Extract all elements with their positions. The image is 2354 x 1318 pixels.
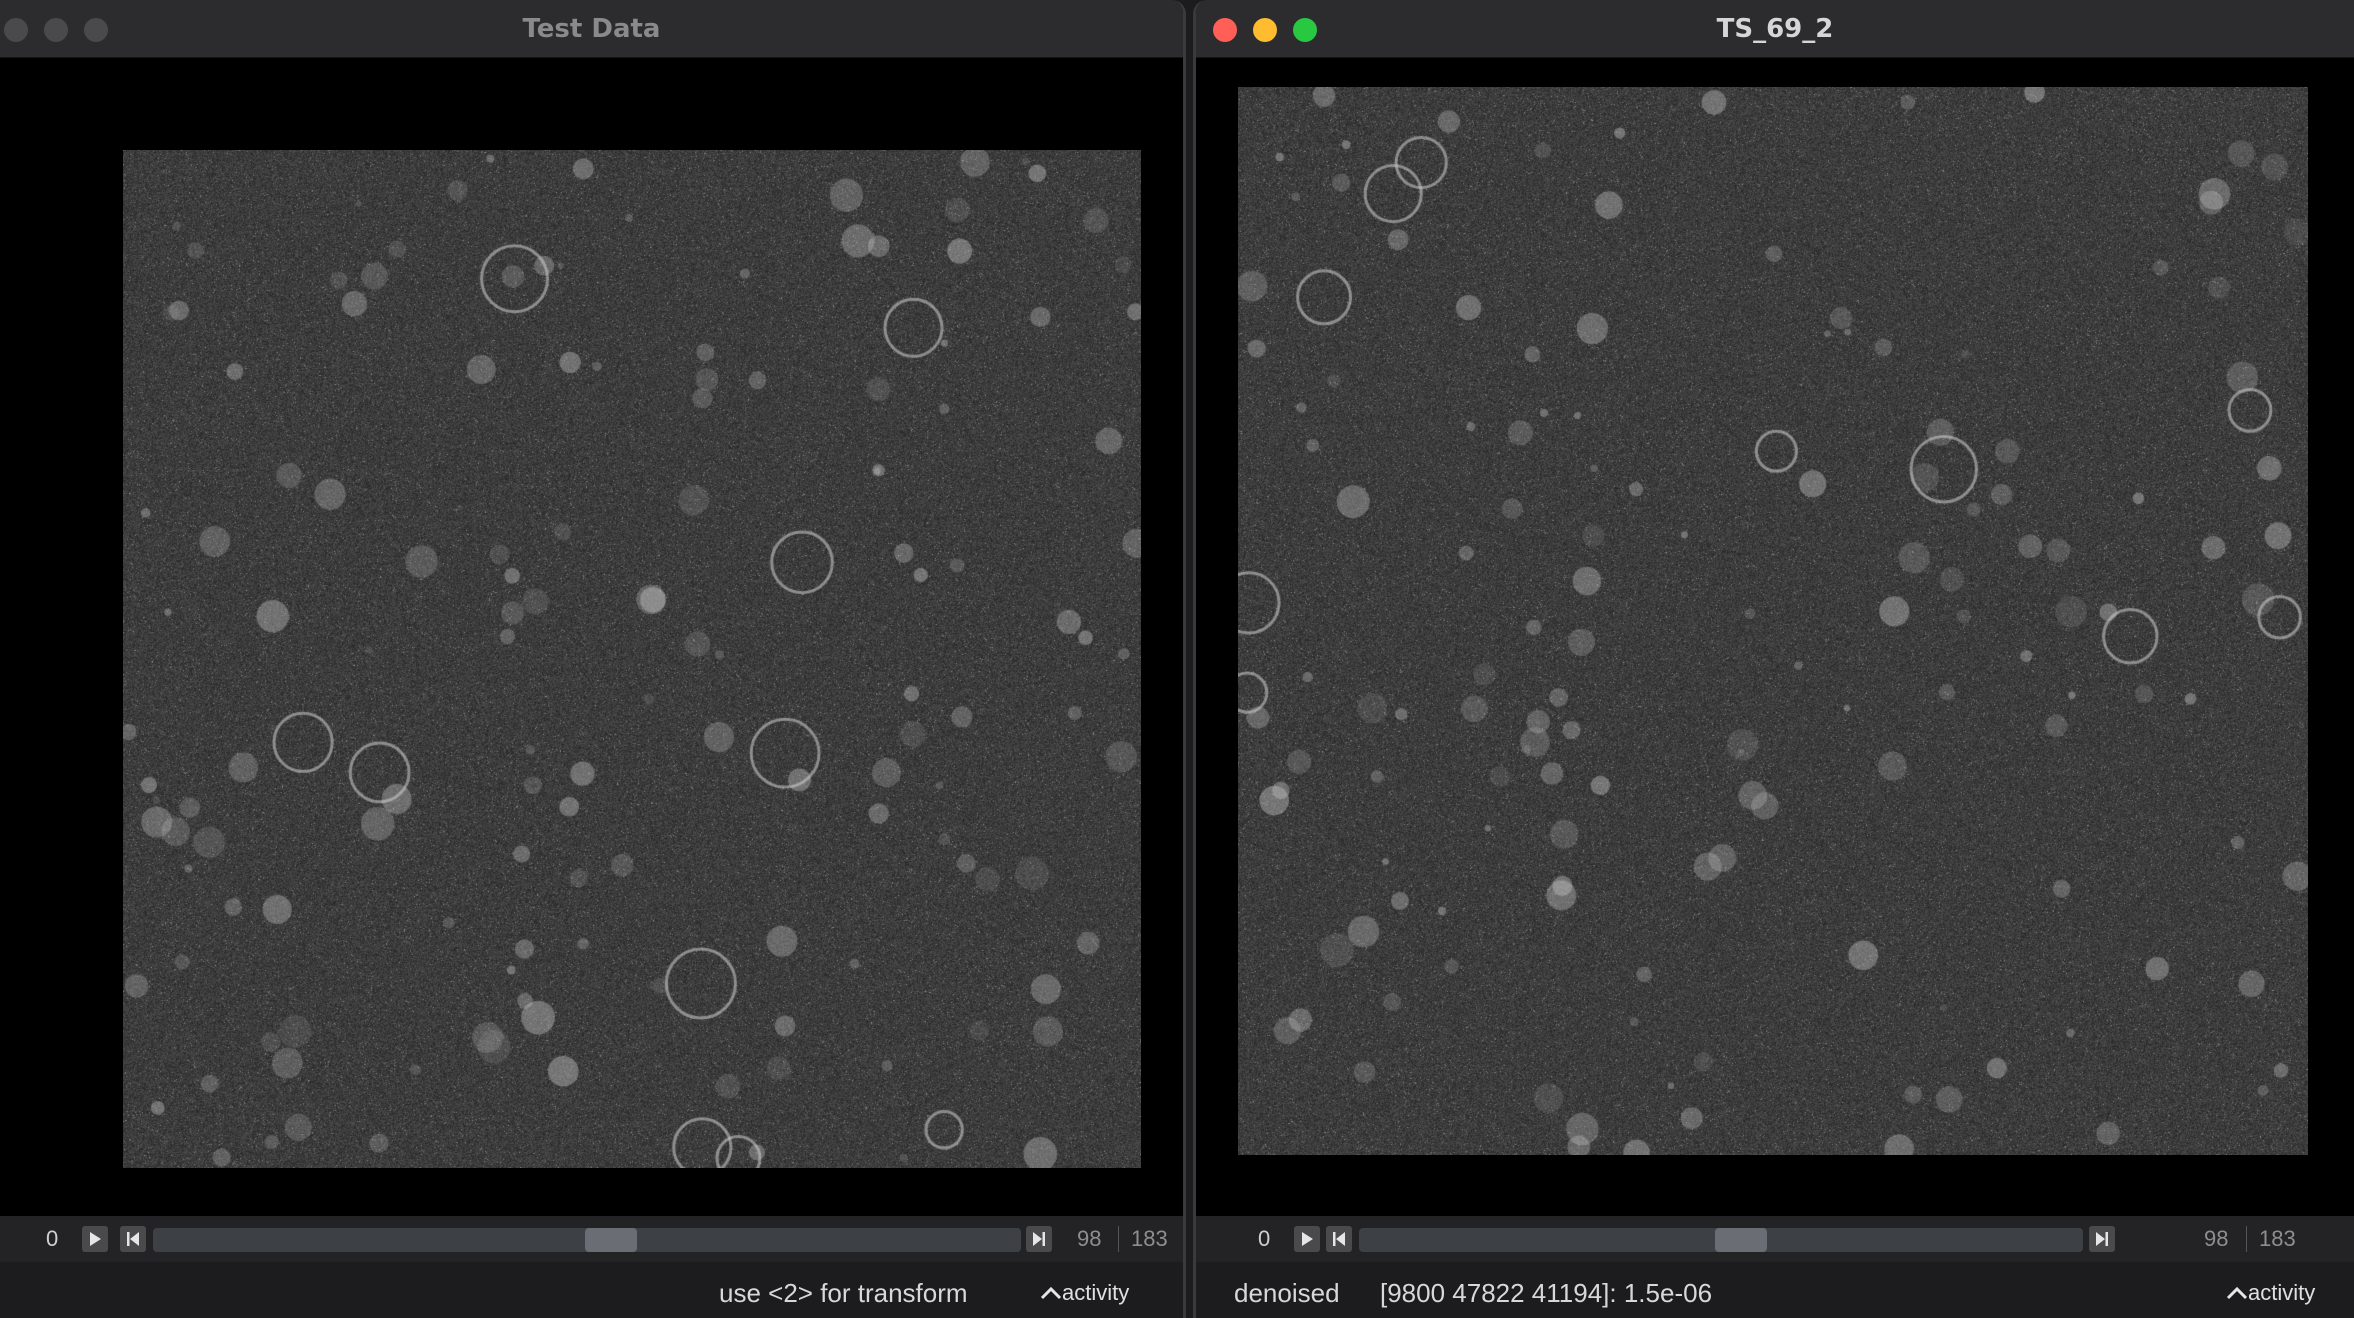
frame-start-label: 0 <box>46 1226 59 1251</box>
image-canvas[interactable] <box>1196 59 2354 1216</box>
tomogram-texture <box>1238 87 2308 1155</box>
current-frame-number: 98 <box>2204 1226 2229 1251</box>
activity-toggle[interactable]: activity <box>1040 1280 1129 1306</box>
frame-slider-thumb[interactable] <box>1715 1228 1767 1252</box>
window-title: Test Data <box>522 14 661 44</box>
frame-slider[interactable] <box>1359 1228 2083 1252</box>
status-voxel-info: [9800 47822 41194]: 1.5e-06 <box>1380 1278 1713 1308</box>
play-icon <box>1302 1232 1313 1246</box>
tomogram-texture <box>123 150 1141 1168</box>
tomogram-slice-image[interactable] <box>1238 87 2308 1155</box>
frame-start-label: 0 <box>1258 1226 1271 1251</box>
titlebar[interactable]: TS_69_2 <box>1196 0 2354 58</box>
status-mode-label: denoised <box>1234 1278 1340 1308</box>
step-forward-icon <box>2096 1232 2108 1246</box>
ts-69-2-window: TS_69_2 0 98 183 denoised [9800 47822 41… <box>1193 0 2354 1318</box>
step-back-button[interactable] <box>1326 1226 1352 1252</box>
step-forward-icon <box>1033 1232 1045 1246</box>
status-bar: denoised [9800 47822 41194]: 1.5e-06 act… <box>1196 1262 2354 1318</box>
activity-label: activity <box>1062 1280 1130 1305</box>
titlebar[interactable]: Test Data <box>0 0 1183 58</box>
play-button[interactable] <box>1294 1226 1320 1252</box>
playback-controls: 0 98 183 <box>1196 1216 2354 1262</box>
chevron-up-icon <box>1040 1286 1062 1300</box>
test-data-window: Test Data 0 98 183 use <2> for transform… <box>0 0 1186 1318</box>
activity-toggle[interactable]: activity <box>2226 1280 2315 1306</box>
step-back-icon <box>127 1232 139 1246</box>
chevron-up-icon <box>2226 1286 2248 1300</box>
play-button[interactable] <box>82 1226 108 1252</box>
total-frames: 183 <box>2259 1226 2296 1251</box>
step-forward-button[interactable] <box>2089 1226 2115 1252</box>
step-back-button[interactable] <box>120 1226 146 1252</box>
step-back-icon <box>1333 1232 1345 1246</box>
status-message: use <2> for transform <box>719 1278 968 1308</box>
frame-slider[interactable] <box>153 1228 1021 1252</box>
frame-separator <box>1118 1226 1119 1252</box>
tomogram-slice-image[interactable] <box>123 150 1141 1168</box>
frame-slider-thumb[interactable] <box>585 1228 637 1252</box>
image-canvas[interactable] <box>0 59 1183 1216</box>
frame-separator <box>2246 1226 2247 1252</box>
play-icon <box>90 1232 101 1246</box>
playback-controls: 0 98 183 <box>0 1216 1183 1262</box>
activity-label: activity <box>2248 1280 2316 1305</box>
window-title: TS_69_2 <box>1716 14 1834 44</box>
step-forward-button[interactable] <box>1026 1226 1052 1252</box>
total-frames: 183 <box>1131 1226 1168 1251</box>
current-frame-number: 98 <box>1077 1226 1102 1251</box>
status-bar: use <2> for transform activity <box>0 1262 1183 1318</box>
